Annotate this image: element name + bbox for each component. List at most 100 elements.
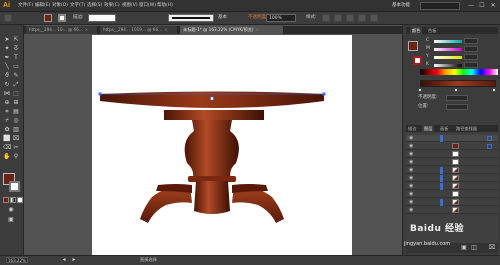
brush-tool-icon[interactable]: ϑ	[3, 72, 11, 79]
close-button[interactable]: ✕	[488, 1, 498, 11]
symbol-sprayer-icon[interactable]: ✿	[3, 126, 11, 133]
artboard-tool-icon[interactable]: ⬜	[3, 135, 11, 142]
visibility-eye-icon[interactable]: ◉	[409, 167, 415, 173]
tab-document-3[interactable]: 未标题-1* @ 163.22% (CMYK/预览) ×	[180, 26, 284, 34]
stroke-swatch[interactable]	[58, 14, 66, 22]
document-setup-icon[interactable]	[334, 14, 342, 22]
eyedropper-icon[interactable]: ⌿	[3, 117, 11, 124]
magenta-slider[interactable]	[434, 48, 462, 51]
menu-edit[interactable]: 编辑(E)	[35, 0, 50, 12]
tab-artboards[interactable]: 画板	[438, 125, 450, 132]
rectangle-tool-icon[interactable]: ▭	[12, 63, 20, 70]
gradient-mode-button[interactable]	[10, 197, 16, 203]
menu-object[interactable]: 对象(O)	[52, 0, 68, 12]
type-tool-icon[interactable]: T	[12, 54, 20, 61]
visibility-eye-icon[interactable]: ◉	[409, 175, 415, 181]
menu-type[interactable]: 文字(T)	[70, 0, 85, 12]
black-field[interactable]	[464, 62, 478, 68]
menu-file[interactable]: 文件(F)	[18, 0, 33, 12]
magic-wand-icon[interactable]: ✦	[3, 45, 11, 52]
fill-swatch[interactable]	[44, 14, 52, 22]
selection-indicator[interactable]	[487, 136, 492, 141]
screen-mode-icon[interactable]: ▣	[7, 216, 15, 223]
selection-indicator[interactable]	[487, 144, 492, 149]
cyan-slider[interactable]	[434, 40, 462, 43]
gradient-stop-start[interactable]	[418, 88, 422, 92]
visibility-eye-icon[interactable]: ◉	[409, 135, 415, 141]
black-slider[interactable]	[434, 64, 462, 67]
search-input[interactable]	[420, 2, 460, 10]
pencil-tool-icon[interactable]: ✎	[12, 72, 20, 79]
blend-tool-icon[interactable]: ◎	[12, 117, 20, 124]
arrange-icon[interactable]	[370, 14, 378, 22]
none-mode-button[interactable]	[17, 197, 23, 203]
tab-pathfinder[interactable]: 路径查找器	[454, 125, 479, 132]
trash-icon[interactable]: ⌧	[488, 244, 496, 251]
gradient-opacity-field[interactable]	[446, 95, 468, 101]
menu-help[interactable]: 帮助(H)	[157, 0, 173, 12]
menu-view[interactable]: 视图(V)	[122, 0, 138, 12]
opacity-field[interactable]: 100%	[266, 14, 296, 22]
perspective-grid-icon[interactable]: ⊞	[12, 99, 20, 106]
cyan-field[interactable]	[464, 38, 478, 44]
scale-tool-icon[interactable]: ⤢	[12, 81, 20, 88]
minimize-button[interactable]: —	[466, 1, 476, 11]
table-artwork[interactable]	[92, 35, 352, 255]
gradient-stop-end[interactable]	[492, 88, 496, 92]
menu-window[interactable]: 窗口(W)	[139, 0, 156, 12]
close-icon[interactable]: ×	[164, 27, 168, 32]
tab-stroke[interactable]: 描边	[406, 125, 418, 132]
gradient-tool-icon[interactable]: ▤	[12, 108, 20, 115]
zoom-tool-icon[interactable]: ⚲	[12, 153, 20, 160]
color-spectrum[interactable]	[420, 69, 498, 75]
tab-layers[interactable]: 图层	[422, 125, 435, 132]
color-panel-fill[interactable]	[408, 41, 418, 51]
make-clip-mask-icon[interactable]: ◫	[470, 244, 478, 251]
visibility-eye-icon[interactable]: ◉	[409, 207, 415, 213]
slice-tool-icon[interactable]: ⌧	[12, 135, 20, 142]
visibility-eye-icon[interactable]: ◉	[409, 183, 415, 189]
scissors-icon[interactable]: ✂	[12, 144, 20, 151]
close-icon[interactable]: ×	[85, 27, 89, 32]
tab-document-2[interactable]: https__294... 1019... @ 66... ×	[100, 26, 178, 34]
workspace-switcher[interactable]: 基本功能	[392, 2, 410, 10]
tab-color[interactable]: 颜色	[410, 27, 423, 34]
shape-builder-icon[interactable]: ⊕	[3, 99, 11, 106]
toolbar-stroke-swatch[interactable]	[9, 181, 20, 192]
color-panel-stroke[interactable]	[413, 56, 422, 65]
tab-swatches[interactable]: 色板	[426, 27, 438, 34]
hand-tool-icon[interactable]: ✋	[3, 153, 11, 160]
selection-tool-icon[interactable]: ➤	[3, 36, 11, 43]
free-transform-icon[interactable]: ⬚	[12, 90, 20, 97]
prev-artboard-icon[interactable]: ◂	[60, 256, 68, 263]
new-layer-icon[interactable]: ▣	[460, 244, 468, 251]
close-icon[interactable]: ×	[256, 27, 260, 32]
gradient-slider[interactable]	[420, 80, 496, 87]
opacity-label[interactable]: 不透明度:	[248, 14, 268, 22]
path-icon[interactable]	[4, 14, 12, 22]
direct-selection-tool-icon[interactable]: ⇱	[12, 36, 20, 43]
yellow-slider[interactable]	[434, 56, 462, 59]
visibility-eye-icon[interactable]: ◉	[409, 143, 415, 149]
gradient-stop-mid[interactable]	[454, 88, 458, 92]
line-tool-icon[interactable]: ╲	[3, 63, 11, 70]
pen-tool-icon[interactable]: ✒	[3, 54, 11, 61]
visibility-eye-icon[interactable]: ◉	[409, 191, 415, 197]
visibility-eye-icon[interactable]: ◉	[409, 151, 415, 157]
lasso-icon[interactable]: ᘔ	[12, 45, 20, 52]
visibility-eye-icon[interactable]: ◉	[409, 159, 415, 165]
menu-select[interactable]: 选择(S)	[87, 0, 102, 12]
draw-mode-icon[interactable]: ◉	[7, 206, 15, 213]
color-mode-button[interactable]	[3, 197, 9, 203]
tab-document-1[interactable]: https__294... 10... @ 66... ×	[26, 26, 98, 34]
align-icon[interactable]	[346, 14, 354, 22]
maximize-button[interactable]: ☐	[477, 1, 487, 11]
visibility-eye-icon[interactable]: ◉	[409, 199, 415, 205]
layer-row[interactable]	[406, 135, 498, 142]
stroke-weight-field[interactable]	[88, 14, 116, 22]
yellow-field[interactable]	[464, 54, 478, 60]
zoom-level-field[interactable]: 163.22%	[6, 257, 28, 263]
transform-icon[interactable]	[358, 14, 366, 22]
gradient-location-field[interactable]	[446, 104, 468, 110]
graph-tool-icon[interactable]: ▥	[12, 126, 20, 133]
